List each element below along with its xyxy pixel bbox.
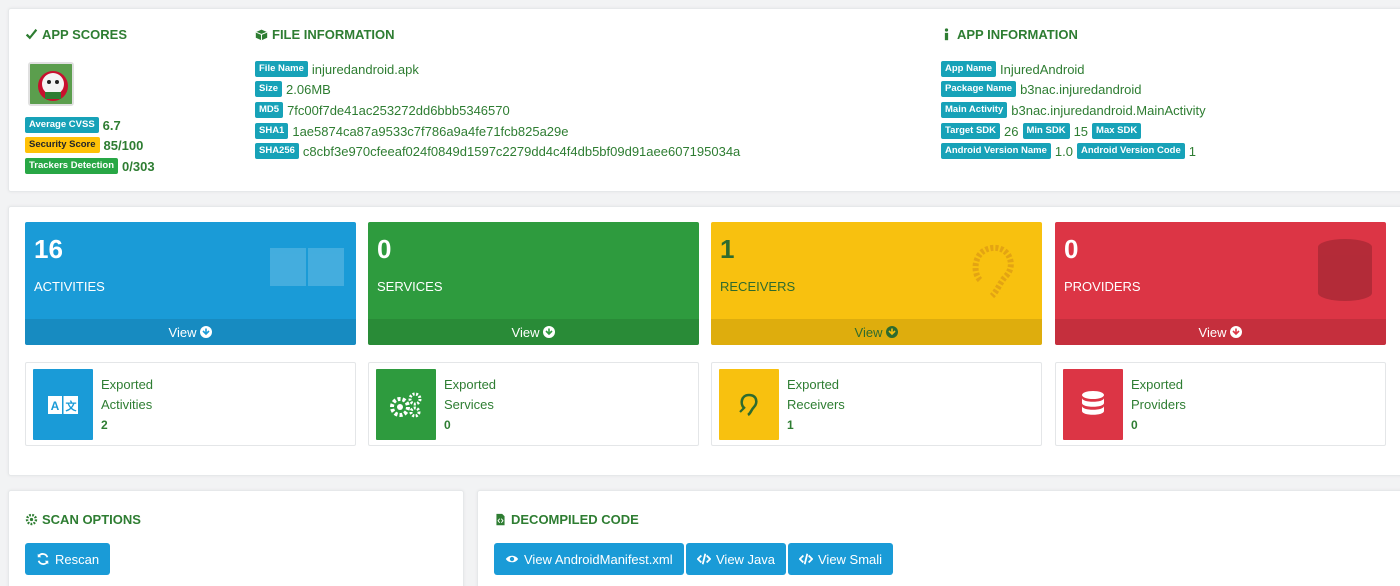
providers-label: PROVIDERS bbox=[1064, 279, 1141, 294]
gear-icon bbox=[25, 513, 38, 526]
receivers-view-link[interactable]: View bbox=[711, 319, 1042, 345]
check-icon bbox=[25, 28, 38, 40]
version-name-badge: Android Version Name bbox=[941, 143, 1051, 159]
activities-count: 16 bbox=[34, 234, 63, 264]
version-name-value: 1.0 bbox=[1054, 143, 1073, 159]
code-icon bbox=[799, 553, 813, 565]
providers-count: 0 bbox=[1064, 234, 1079, 264]
file-name-badge: File Name bbox=[255, 61, 308, 77]
app-name-value: InjuredAndroid bbox=[999, 61, 1085, 77]
trackers-detection-value: 0/303 bbox=[122, 158, 155, 174]
md5-value: 7fc00f7de41ac253272dd6bbb5346570 bbox=[287, 102, 510, 118]
receivers-label: RECEIVERS bbox=[720, 279, 796, 294]
box-icon bbox=[255, 29, 268, 41]
rescan-button[interactable]: Rescan bbox=[25, 543, 111, 575]
file-information-heading: FILE INFORMATION bbox=[255, 27, 395, 42]
services-box: 0 SERVICES View bbox=[368, 222, 699, 345]
exported-receivers-box: Exported Receivers 1 bbox=[711, 362, 1042, 446]
svg-text:A: A bbox=[51, 399, 60, 413]
min-sdk-badge: Min SDK bbox=[1022, 123, 1070, 139]
ear-icon bbox=[719, 369, 779, 440]
cogs-icon bbox=[376, 369, 436, 440]
sync-icon bbox=[37, 553, 49, 565]
decompiled-code-heading: DECOMPILED CODE bbox=[494, 512, 639, 527]
exported-receivers-count: 1 bbox=[787, 418, 794, 432]
exported-services-count: 0 bbox=[444, 418, 451, 432]
services-view-link[interactable]: View bbox=[368, 319, 699, 345]
file-name-value: injuredandroid.apk bbox=[311, 61, 419, 77]
size-badge: Size bbox=[255, 81, 283, 97]
exported-providers-box: Exported Providers 0 bbox=[1055, 362, 1386, 446]
scan-options-heading: SCAN OPTIONS bbox=[25, 512, 141, 527]
file-code-icon bbox=[496, 513, 505, 526]
security-score-badge: Security Score bbox=[25, 137, 100, 153]
max-sdk-badge: Max SDK bbox=[1092, 123, 1142, 139]
language-bg-icon bbox=[270, 248, 344, 286]
language-icon: A 文 bbox=[33, 369, 93, 440]
receivers-count: 1 bbox=[720, 234, 735, 264]
version-code-value: 1 bbox=[1188, 143, 1196, 159]
app-scores-heading: APP SCORES bbox=[25, 27, 127, 42]
activities-label: ACTIVITIES bbox=[34, 279, 105, 294]
sha1-badge: SHA1 bbox=[255, 123, 289, 139]
eye-icon bbox=[505, 555, 519, 563]
exported-providers-count: 0 bbox=[1131, 418, 1138, 432]
arrow-down-circle-icon bbox=[1230, 326, 1243, 338]
svg-text:文: 文 bbox=[66, 399, 78, 413]
exported-activities-box: A 文 Exported Activities 2 bbox=[25, 362, 356, 446]
target-sdk-badge: Target SDK bbox=[941, 123, 1001, 139]
summary-card bbox=[8, 8, 1400, 192]
sha256-badge: SHA256 bbox=[255, 143, 299, 159]
exported-activities-count: 2 bbox=[101, 418, 108, 432]
view-manifest-button[interactable]: View AndroidManifest.xml bbox=[494, 543, 684, 575]
providers-box: 0 PROVIDERS View bbox=[1055, 222, 1386, 345]
activities-view-link[interactable]: View bbox=[25, 319, 356, 345]
min-sdk-value: 15 bbox=[1073, 123, 1089, 139]
package-name-badge: Package Name bbox=[941, 81, 1017, 97]
arrow-down-circle-icon bbox=[200, 326, 213, 338]
version-code-badge: Android Version Code bbox=[1076, 143, 1185, 159]
services-count: 0 bbox=[377, 234, 392, 264]
info-icon bbox=[944, 28, 949, 41]
code-icon bbox=[697, 553, 711, 565]
view-java-button[interactable]: View Java bbox=[686, 543, 787, 575]
package-name-value: b3nac.injuredandroid bbox=[1020, 81, 1142, 97]
target-sdk-value: 26 bbox=[1004, 123, 1019, 139]
main-activity-value: b3nac.injuredandroid.MainActivity bbox=[1011, 102, 1206, 118]
average-cvss-badge: Average CVSS bbox=[25, 117, 99, 133]
ear-bg-icon bbox=[972, 244, 1014, 299]
services-label: SERVICES bbox=[377, 279, 443, 294]
database-bg-icon bbox=[1318, 239, 1372, 301]
sha1-value: 1ae5874ca87a9533c7f786a9a4fe71fcb825a29e bbox=[292, 123, 569, 139]
providers-view-link[interactable]: View bbox=[1055, 319, 1386, 345]
sha256-value: c8cbf3e970cfeeaf024f0849d1597c2279dd4c4f… bbox=[302, 143, 741, 159]
activities-box: 16 ACTIVITIES View bbox=[25, 222, 356, 345]
main-activity-badge: Main Activity bbox=[941, 102, 1008, 118]
security-score-value: 85/100 bbox=[103, 137, 144, 153]
size-value: 2.06MB bbox=[286, 81, 331, 97]
app-icon bbox=[28, 62, 74, 106]
arrow-down-circle-icon bbox=[886, 326, 899, 338]
receivers-box: 1 RECEIVERS View bbox=[711, 222, 1042, 345]
app-name-badge: App Name bbox=[941, 61, 996, 77]
database-icon bbox=[1063, 369, 1123, 440]
md5-badge: MD5 bbox=[255, 102, 284, 118]
arrow-down-circle-icon bbox=[543, 326, 556, 338]
app-information-heading: APP INFORMATION bbox=[940, 27, 1078, 42]
average-cvss-value: 6.7 bbox=[102, 117, 121, 133]
view-smali-button[interactable]: View Smali bbox=[788, 543, 894, 575]
exported-services-box: Exported Services 0 bbox=[368, 362, 699, 446]
trackers-detection-badge: Trackers Detection bbox=[25, 158, 119, 174]
